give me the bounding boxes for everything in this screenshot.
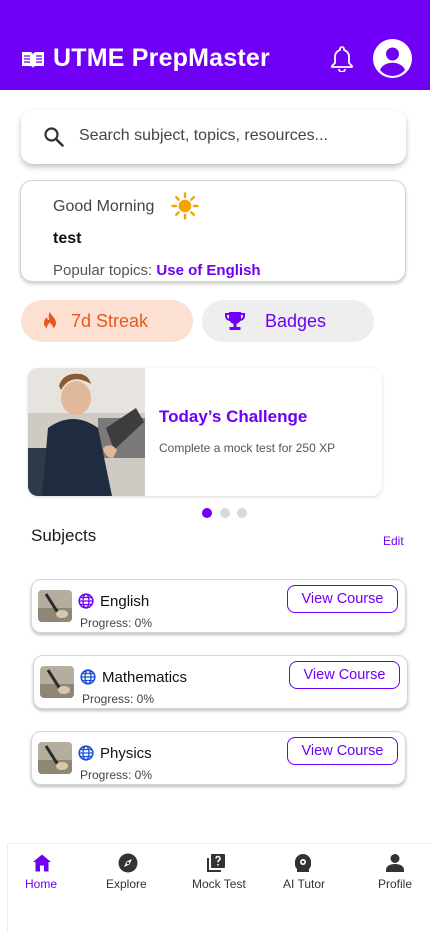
- carousel-dot[interactable]: [220, 508, 230, 518]
- fire-icon: [44, 312, 56, 330]
- subject-card-english[interactable]: English Progress: 0% View Course: [31, 579, 406, 633]
- subject-name: Physics: [100, 745, 152, 762]
- nav-explore[interactable]: Explore: [104, 844, 154, 904]
- nav-label: Home: [25, 877, 58, 891]
- badges-chip[interactable]: Badges: [202, 300, 374, 342]
- subject-thumbnail: [38, 590, 72, 622]
- nav-label: AI Tutor: [283, 877, 326, 891]
- popular-topic-link[interactable]: Use of English: [156, 262, 260, 279]
- student-photo: [28, 368, 145, 496]
- search-bar[interactable]: Search subject, topics, resources...: [21, 110, 406, 164]
- subject-card-mathematics[interactable]: Mathematics Progress: 0% View Course: [33, 655, 408, 709]
- subject-progress: Progress: 0%: [82, 692, 155, 706]
- subject-name: Mathematics: [102, 669, 188, 686]
- sun-icon: [171, 192, 199, 220]
- greeting-text: Good Morning: [53, 198, 155, 215]
- nav-ai-tutor[interactable]: AI Tutor: [281, 844, 331, 904]
- subjects-heading: Subjects: [31, 526, 97, 545]
- subject-thumbnail: [38, 742, 72, 774]
- trophy-icon: [225, 312, 245, 330]
- subject-progress: Progress: 0%: [80, 616, 153, 630]
- badges-label: Badges: [265, 311, 327, 331]
- nav-label: Explore: [106, 877, 147, 891]
- challenge-title: Today’s Challenge: [159, 407, 308, 426]
- nav-label: Mock Test: [192, 877, 246, 891]
- nav-profile[interactable]: Profile: [374, 844, 418, 904]
- carousel-dot[interactable]: [202, 508, 212, 518]
- globe-icon: [78, 745, 94, 761]
- bottom-navigation: Home Explore Mock Test AI Tutor Profile: [7, 843, 430, 932]
- robot-icon: [295, 854, 311, 872]
- app-title: UTME PrepMaster: [53, 44, 270, 72]
- popular-topics: Popular topics: Use of English: [53, 262, 261, 279]
- username: test: [53, 230, 82, 247]
- edit-subjects-link[interactable]: Edit: [383, 534, 404, 548]
- subject-thumbnail: [40, 666, 74, 698]
- nav-home[interactable]: Home: [22, 844, 62, 904]
- subject-card-physics[interactable]: Physics Progress: 0% View Course: [31, 731, 406, 785]
- globe-icon: [78, 593, 94, 609]
- search-icon: [44, 127, 64, 147]
- challenge-card[interactable]: Today’s Challenge Complete a mock test f…: [28, 368, 382, 496]
- streak-label: 7d Streak: [71, 311, 149, 331]
- account-circle-icon[interactable]: [373, 39, 412, 78]
- greeting-card: Good Morning test Popular topics: Use of…: [20, 180, 406, 282]
- subject-progress: Progress: 0%: [80, 768, 153, 782]
- view-course-button[interactable]: View Course: [289, 661, 400, 689]
- nav-mock-test[interactable]: Mock Test: [191, 844, 253, 904]
- view-course-button[interactable]: View Course: [287, 585, 398, 613]
- person-icon: [386, 854, 404, 872]
- search-input[interactable]: Search subject, topics, resources...: [79, 127, 328, 145]
- subject-name: English: [100, 593, 150, 610]
- challenge-description: Complete a mock test for 250 XP: [159, 441, 336, 455]
- book-icon: [22, 52, 44, 68]
- carousel-dot[interactable]: [237, 508, 247, 518]
- popular-topics-label: Popular topics:: [53, 262, 157, 279]
- view-course-button[interactable]: View Course: [287, 737, 398, 765]
- bell-icon[interactable]: [329, 44, 355, 72]
- streak-chip[interactable]: 7d Streak: [21, 300, 193, 342]
- nav-label: Profile: [378, 877, 413, 891]
- compass-icon: [118, 853, 138, 873]
- app-bar: UTME PrepMaster: [0, 0, 430, 90]
- home-icon: [33, 854, 51, 872]
- globe-icon: [80, 669, 96, 685]
- quiz-icon: [207, 854, 225, 872]
